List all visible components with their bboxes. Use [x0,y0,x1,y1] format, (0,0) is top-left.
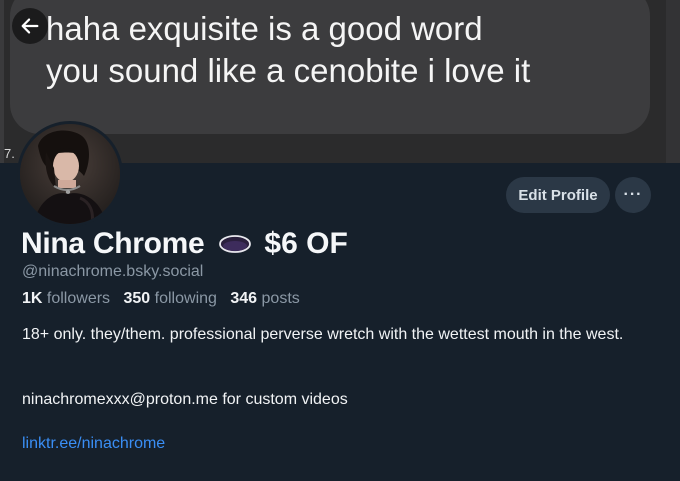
following-label: following [154,290,217,307]
edit-profile-button[interactable]: Edit Profile [506,177,610,213]
posts-count: 346 [230,290,258,307]
display-name: Nina Chrome [21,227,205,260]
timestamp-fragment: 7. [4,146,15,161]
message-line-1: haha exquisite is a good word [46,10,483,47]
banner-right-edge [666,0,680,163]
back-button[interactable] [12,8,48,44]
posts-label: posts [261,290,300,307]
following-count: 350 [123,290,151,307]
followers-label: followers [46,290,111,307]
profile-bio: 18+ only. they/them. professional perver… [22,326,624,343]
dark-oval-emoji [219,235,252,253]
profile-stats: 1K followers 350 following 346 posts [22,290,309,308]
more-options-button[interactable]: ··· [615,177,651,213]
message-line-2: you sound like a cenobite i love it [46,52,531,89]
profile-link[interactable]: linktr.ee/ninachrome [22,435,165,453]
more-dots-icon: ··· [623,186,643,203]
profile-contact: ninachromexxx@proton.me for custom video… [22,391,348,408]
message-bubble: haha exquisite is a good word you sound … [10,0,650,134]
avatar[interactable] [17,121,123,227]
display-name-row: Nina Chrome $6 OF [21,224,348,264]
profile-handle: @ninachrome.bsky.social [22,263,204,280]
posts-stat: 346 posts [230,290,299,307]
followers-stat[interactable]: 1K followers [22,290,110,307]
following-stat[interactable]: 350 following [124,290,217,307]
banner-left-edge [0,0,4,163]
arrow-left-icon [21,18,39,34]
message-text: haha exquisite is a good word you sound … [46,8,530,92]
name-suffix: $6 OF [264,227,348,260]
avatar-portrait [20,124,120,224]
followers-count: 1K [22,290,43,307]
